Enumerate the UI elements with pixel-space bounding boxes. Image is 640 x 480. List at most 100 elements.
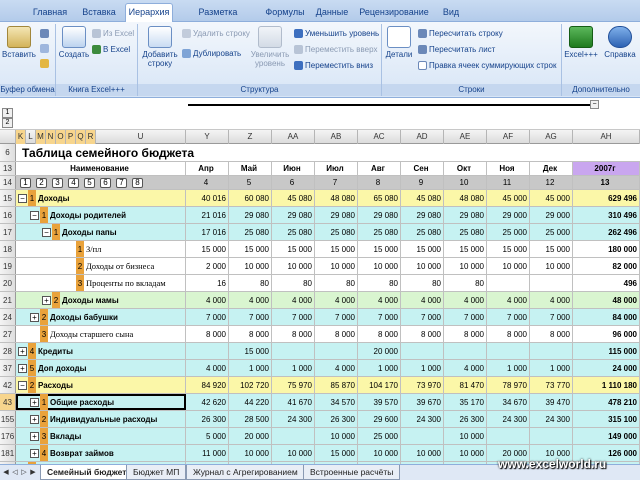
corner-cell[interactable]: [0, 130, 16, 144]
value-cell[interactable]: 80: [229, 275, 272, 291]
value-cell[interactable]: 25 080: [358, 224, 401, 240]
value-cell[interactable]: 29 080: [401, 207, 444, 223]
add-row-button[interactable]: Добавить строку: [140, 26, 180, 68]
column-header-u[interactable]: U: [96, 130, 186, 144]
value-cell[interactable]: 39 470: [530, 394, 573, 410]
value-cell[interactable]: 25 080: [315, 224, 358, 240]
format-painter-button[interactable]: [40, 58, 51, 69]
value-cell[interactable]: [272, 343, 315, 359]
edit-sum-cells-checkbox[interactable]: Правка ячеек суммирующих строк: [418, 60, 556, 71]
tab-data[interactable]: Данные: [312, 4, 352, 22]
row-number[interactable]: 155: [0, 411, 16, 427]
value-cell[interactable]: 8 000: [186, 326, 229, 342]
tab-hierarchy[interactable]: Иерархия: [125, 3, 173, 23]
month-header[interactable]: Окт: [444, 162, 487, 175]
value-cell[interactable]: 1 110 180: [573, 377, 640, 393]
sheet-tab-builtin-calc[interactable]: Встроенные расчёты: [303, 465, 401, 480]
value-cell[interactable]: 1 000: [401, 360, 444, 376]
value-cell[interactable]: 40 016: [186, 190, 229, 206]
value-cell[interactable]: 4 000: [186, 360, 229, 376]
row-number[interactable]: 17: [0, 224, 16, 240]
value-cell[interactable]: 15 000: [444, 241, 487, 257]
value-cell[interactable]: 44 220: [229, 394, 272, 410]
row-number[interactable]: 20: [0, 275, 16, 291]
row-name-cell[interactable]: +2 Доходы мамы: [16, 292, 186, 308]
month-number[interactable]: 12: [530, 176, 573, 189]
value-cell[interactable]: 84 000: [573, 309, 640, 325]
expand-icon[interactable]: +: [18, 347, 27, 356]
last-sheet-icon[interactable]: ▶: [29, 468, 37, 477]
value-cell[interactable]: 96 000: [573, 326, 640, 342]
column-header-m[interactable]: M: [36, 130, 46, 144]
value-cell[interactable]: [272, 428, 315, 444]
value-cell[interactable]: 2 000: [186, 258, 229, 274]
row-name-cell[interactable]: +4 Возврат займов: [16, 445, 186, 461]
value-cell[interactable]: 48 080: [315, 190, 358, 206]
value-cell[interactable]: 25 080: [444, 224, 487, 240]
value-cell[interactable]: 29 080: [229, 207, 272, 223]
row-number[interactable]: 37: [0, 360, 16, 376]
value-cell[interactable]: 15 000: [315, 445, 358, 461]
month-number[interactable]: 9: [401, 176, 444, 189]
column-header-af[interactable]: AF: [487, 130, 530, 144]
value-cell[interactable]: 82 000: [573, 258, 640, 274]
value-cell[interactable]: 4 000: [315, 292, 358, 308]
value-cell[interactable]: 73 970: [401, 377, 444, 393]
column-header-r[interactable]: R: [86, 130, 96, 144]
value-cell[interactable]: 8 000: [229, 326, 272, 342]
expand-icon[interactable]: +: [18, 364, 27, 373]
value-cell[interactable]: 8 000: [272, 326, 315, 342]
value-cell[interactable]: 24 300: [530, 411, 573, 427]
collapse-icon[interactable]: −: [18, 194, 27, 203]
level-button-2[interactable]: 2: [36, 178, 47, 188]
value-cell[interactable]: 315 100: [573, 411, 640, 427]
value-cell[interactable]: 24 000: [573, 360, 640, 376]
month-number[interactable]: 6: [272, 176, 315, 189]
row-number[interactable]: 6: [0, 144, 16, 161]
row-name-cell[interactable]: −2 Расходы: [16, 377, 186, 393]
value-cell[interactable]: 1 000: [487, 360, 530, 376]
value-cell[interactable]: [487, 275, 530, 291]
row-name-cell[interactable]: +2 Индивидуальные расходы: [16, 411, 186, 427]
value-cell[interactable]: 10 000: [444, 258, 487, 274]
expand-icon[interactable]: +: [42, 296, 51, 305]
tab-home[interactable]: Главная: [30, 4, 70, 22]
value-cell[interactable]: 1 000: [272, 360, 315, 376]
value-cell[interactable]: 26 300: [444, 411, 487, 427]
month-number[interactable]: 10: [444, 176, 487, 189]
row-name-cell[interactable]: +2 Доходы бабушки: [16, 309, 186, 325]
move-down-button[interactable]: Переместить вниз: [294, 60, 373, 71]
value-cell[interactable]: 7 000: [530, 309, 573, 325]
value-cell[interactable]: [444, 343, 487, 359]
decrease-level-button[interactable]: Уменьшить уровень: [294, 28, 379, 39]
row-name-cell[interactable]: +1 Общие расходы: [16, 394, 186, 410]
value-cell[interactable]: 8 000: [487, 326, 530, 342]
value-cell[interactable]: 7 000: [487, 309, 530, 325]
value-cell[interactable]: 65 080: [358, 190, 401, 206]
column-header-aa[interactable]: AA: [272, 130, 315, 144]
value-cell[interactable]: 84 920: [186, 377, 229, 393]
value-cell[interactable]: 25 000: [530, 224, 573, 240]
column-header-ac[interactable]: AC: [358, 130, 401, 144]
value-cell[interactable]: 4 000: [487, 292, 530, 308]
row-number[interactable]: 24: [0, 309, 16, 325]
value-cell[interactable]: [530, 428, 573, 444]
value-cell[interactable]: 15 000: [272, 241, 315, 257]
column-header-q[interactable]: Q: [76, 130, 86, 144]
value-cell[interactable]: 10 000: [272, 258, 315, 274]
row-number[interactable]: 42: [0, 377, 16, 393]
value-cell[interactable]: 629 496: [573, 190, 640, 206]
month-header[interactable]: Июл: [315, 162, 358, 175]
level-button-5[interactable]: 5: [84, 178, 95, 188]
value-cell[interactable]: 15 000: [358, 241, 401, 257]
expand-icon[interactable]: +: [30, 449, 39, 458]
value-cell[interactable]: 10 000: [530, 258, 573, 274]
value-cell[interactable]: 7 000: [401, 309, 444, 325]
value-cell[interactable]: 21 016: [186, 207, 229, 223]
level-button-8[interactable]: 8: [132, 178, 143, 188]
tab-view[interactable]: Вид: [436, 4, 466, 22]
to-excel-button[interactable]: В Excel: [92, 44, 130, 55]
value-cell[interactable]: 80: [272, 275, 315, 291]
value-cell[interactable]: 25 080: [272, 224, 315, 240]
value-cell[interactable]: 73 770: [530, 377, 573, 393]
